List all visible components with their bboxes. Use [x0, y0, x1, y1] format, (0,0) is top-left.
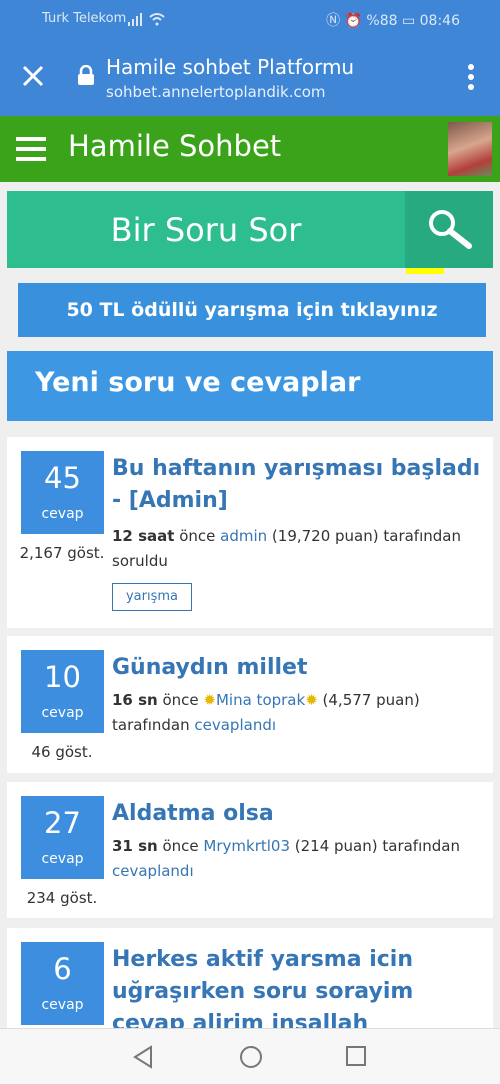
more-vert-icon[interactable] [468, 64, 474, 90]
question-card[interactable]: 45 cevap 2,167 göst. Bu haftanın yarışma… [7, 437, 493, 628]
user-avatar[interactable] [448, 122, 492, 176]
promo-banner[interactable]: 50 TL ödüllü yarışma için tıklayınız [18, 283, 486, 337]
meta-action[interactable]: cevaplandı [112, 862, 194, 880]
meta-action: soruldu [112, 552, 168, 570]
question-card[interactable]: 6 cevap Herkes aktif yarsma icin uğraşır… [7, 928, 493, 1028]
answer-count: 27 [44, 806, 81, 840]
home-icon[interactable] [239, 1045, 263, 1069]
sun-icon: ✹ [305, 691, 318, 709]
meta-user[interactable]: Mrymkrtl03 [203, 837, 290, 855]
answer-count-label: cevap [41, 705, 84, 721]
meta-ago: önce [157, 691, 204, 709]
tag-link[interactable]: yarışma [112, 583, 192, 611]
browser-page-title: Hamile sohbet Platformu [106, 55, 355, 79]
status-right: Ⓝ ⏰ %88 ▭ 08:46 [326, 13, 460, 29]
answer-count-box: 27 cevap [21, 796, 104, 879]
view-count: 2,167 göst. [19, 544, 105, 562]
sun-icon: ✹ [203, 691, 216, 709]
question-title[interactable]: Aldatma olsa [112, 798, 482, 830]
meta-time: 16 sn [112, 691, 158, 709]
question-title[interactable]: Herkes aktif yarsma icin uğraşırken soru… [112, 944, 482, 1028]
app-header: Hamile Sohbet 32 [0, 116, 500, 274]
meta-ago: önce [174, 527, 221, 545]
meta-ago: önce [157, 837, 204, 855]
meta-user[interactable]: admin [220, 527, 267, 545]
browser-toolbar: Hamile sohbet Platformu sohbet.annelerto… [0, 38, 500, 116]
meta-action[interactable]: cevaplandı [194, 716, 276, 734]
meta-time: 31 sn [112, 837, 158, 855]
browser-url[interactable]: sohbet.annelertoplandik.com [106, 83, 326, 101]
answer-count: 10 [44, 660, 81, 694]
question-meta: 12 saat önce admin (19,720 puan) tarafın… [112, 524, 482, 574]
answer-count-label: cevap [41, 851, 84, 867]
search-button[interactable] [405, 191, 493, 268]
view-count: 234 göst. [26, 889, 98, 907]
status-bar: Turk Telekom Ⓝ ⏰ %88 ▭ 08:46 [0, 0, 500, 38]
hamburger-menu-icon[interactable] [16, 136, 46, 162]
meta-points: (19,720 puan) tarafından [267, 527, 461, 545]
question-title[interactable]: Bu haftanın yarışması başladı - [Admin] [112, 453, 482, 517]
meta-time: 12 saat [112, 527, 175, 545]
search-icon [429, 210, 472, 249]
answer-count: 45 [44, 461, 81, 495]
ask-question-button[interactable]: Bir Soru Sor [7, 191, 405, 268]
question-meta: 16 sn önce ✹Mina toprak✹ (4,577 puan) ta… [112, 688, 482, 738]
section-title: Yeni soru ve cevaplar [35, 367, 361, 398]
recents-icon[interactable] [345, 1045, 367, 1067]
answer-count-label: cevap [41, 997, 84, 1013]
answer-count-box: 6 cevap [21, 942, 104, 1025]
back-icon[interactable] [132, 1045, 154, 1069]
lock-icon [78, 65, 94, 85]
question-meta: 31 sn önce Mrymkrtl03 (214 puan) tarafın… [112, 834, 482, 884]
close-icon[interactable] [20, 63, 46, 89]
site-brand[interactable]: Hamile Sohbet [68, 129, 281, 163]
carrier-name: Turk Telekom [42, 11, 127, 26]
question-card[interactable]: 10 cevap 46 göst. Günaydın millet 16 sn … [7, 636, 493, 773]
answer-count-box: 10 cevap [21, 650, 104, 733]
question-title[interactable]: Günaydın millet [112, 652, 482, 684]
signal-wifi-icon [128, 13, 165, 26]
meta-points: (214 puan) tarafından [290, 837, 460, 855]
question-card[interactable]: 27 cevap 234 göst. Aldatma olsa 31 sn ön… [7, 782, 493, 918]
section-header: Yeni soru ve cevaplar [7, 351, 493, 421]
answer-count-box: 45 cevap [21, 451, 104, 534]
answer-count: 6 [53, 952, 72, 986]
view-count: 46 göst. [31, 743, 93, 761]
meta-user[interactable]: Mina toprak [216, 691, 305, 709]
answer-count-label: cevap [41, 506, 84, 522]
system-nav-bar [0, 1028, 500, 1084]
